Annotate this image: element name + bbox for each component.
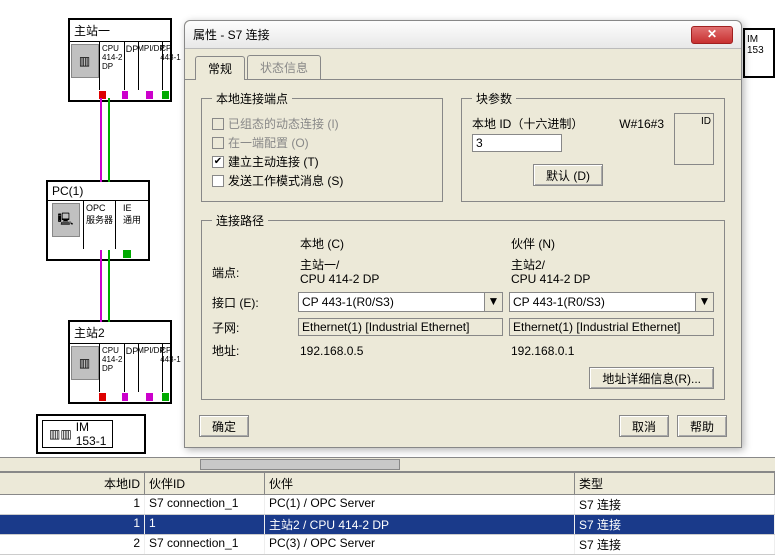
local-addr-value: 192.168.0.5	[298, 344, 503, 358]
table-header: 本地ID 伙伴ID 伙伴 类型	[0, 473, 775, 495]
chevron-down-icon[interactable]: ▼	[696, 292, 714, 312]
pc-icon: 🖳	[52, 203, 80, 237]
connection-path-group: 连接路径 本地 (C) 伙伴 (N) 端点: 主站一/ CPU 414-2 DP…	[201, 212, 725, 400]
row-subnet-label: 子网:	[212, 319, 292, 336]
table-row[interactable]: 2 S7 connection_1 PC(3) / OPC Server S7 …	[0, 535, 775, 555]
local-interface-combo[interactable]: ▼	[298, 292, 503, 312]
rack-icon: ▥	[71, 44, 99, 78]
station-1[interactable]: 主站一 ▥ CPU 414-2 DP DP MPI/DP CP 443-1	[68, 18, 172, 102]
block-params-legend: 块参数	[472, 90, 516, 107]
scroll-thumb[interactable]	[200, 459, 400, 470]
partner-subnet-value	[509, 318, 714, 336]
table-row[interactable]: 1 1 主站2 / CPU 414-2 DP S7 连接	[0, 515, 775, 535]
close-button[interactable]: ✕	[691, 26, 733, 44]
table-row[interactable]: 1 S7 connection_1 PC(1) / OPC Server S7 …	[0, 495, 775, 515]
local-id-input[interactable]	[472, 134, 562, 152]
local-subnet-value	[298, 318, 503, 336]
cancel-button[interactable]: 取消	[619, 415, 669, 437]
rack-icon: ▥	[71, 346, 99, 380]
row-interface-label: 接口 (E):	[212, 294, 292, 311]
station-2[interactable]: 主站2 ▥ CPU 414-2 DP DP MPI/DP CP 443-1	[68, 320, 172, 404]
id-slot-graphic: ID	[674, 113, 714, 165]
block-params-group: 块参数 本地 ID（十六进制）W#16#3 默认 (D) ID	[461, 90, 725, 202]
partner-endpoint-value: 主站2/ CPU 414-2 DP	[509, 258, 714, 286]
workmode-checkbox[interactable]	[212, 175, 224, 187]
partner-addr-value: 192.168.0.1	[509, 344, 714, 358]
address-detail-button[interactable]: 地址详细信息(R)...	[589, 367, 714, 389]
im-module-right: IM 153	[743, 28, 775, 78]
im-module[interactable]: ▥▥IM 153-1	[36, 414, 146, 454]
pc-1[interactable]: PC(1) 🖳 OPC 服务器 IE 通用	[46, 180, 150, 261]
col-partner: 伙伴 (N)	[509, 235, 714, 252]
local-endpoint-legend: 本地连接端点	[212, 90, 292, 107]
row-addr-label: 地址:	[212, 342, 292, 359]
horizontal-scrollbar[interactable]	[0, 457, 775, 471]
station-2-title: 主站2	[70, 322, 170, 344]
tab-status[interactable]: 状态信息	[247, 55, 321, 79]
ok-button[interactable]: 确定	[199, 415, 249, 437]
connection-path-legend: 连接路径	[212, 212, 268, 229]
row-endpoint-label: 端点:	[212, 264, 292, 281]
plc-icon: ▥▥	[49, 427, 72, 441]
dialog-tabs: 常规 状态信息	[185, 49, 741, 80]
tab-general[interactable]: 常规	[195, 56, 245, 80]
pc-1-title: PC(1)	[48, 182, 148, 201]
col-local: 本地 (C)	[298, 235, 503, 252]
help-button[interactable]: 帮助	[677, 415, 727, 437]
local-endpoint-group: 本地连接端点 已组态的动态连接 (I) 在一端配置 (O) ✔建立主动连接 (T…	[201, 90, 443, 202]
partner-interface-combo[interactable]: ▼	[509, 292, 714, 312]
dialog-title: 属性 - S7 连接	[193, 26, 691, 43]
dyn-conn-checkbox	[212, 118, 224, 130]
default-button[interactable]: 默认 (D)	[533, 164, 603, 186]
station-1-title: 主站一	[70, 20, 170, 42]
local-endpoint-value: 主站一/ CPU 414-2 DP	[298, 258, 503, 286]
active-conn-checkbox[interactable]: ✔	[212, 156, 224, 168]
one-end-checkbox	[212, 137, 224, 149]
chevron-down-icon[interactable]: ▼	[485, 292, 503, 312]
s7-connection-properties-dialog: 属性 - S7 连接 ✕ 常规 状态信息 本地连接端点 已组态的动态连接 (I)…	[184, 20, 742, 448]
dialog-titlebar[interactable]: 属性 - S7 连接 ✕	[185, 21, 741, 49]
connection-table: 本地ID 伙伴ID 伙伴 类型 1 S7 connection_1 PC(1) …	[0, 471, 775, 545]
